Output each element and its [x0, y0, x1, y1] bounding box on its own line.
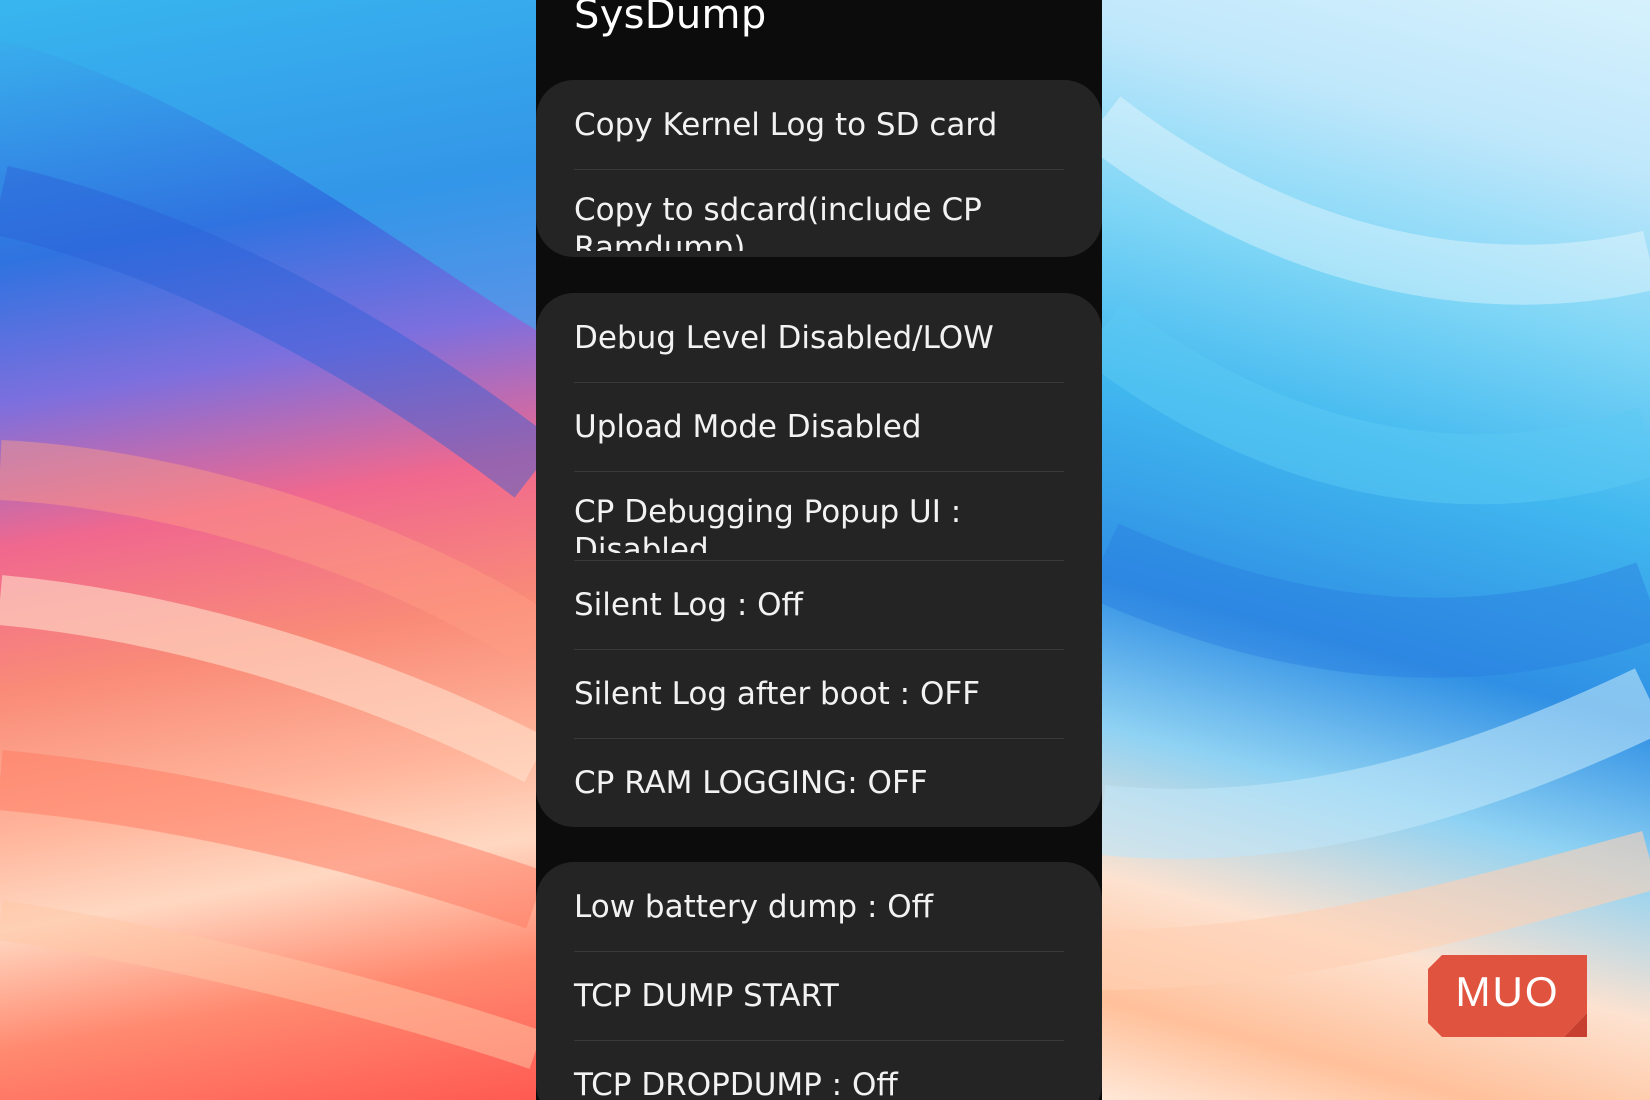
low-battery-dump-item[interactable]: Low battery dump : Off [536, 862, 1102, 951]
list-item-label: Silent Log : Off [574, 586, 803, 623]
list-item-label: Copy Kernel Log to SD card [574, 106, 998, 143]
tcp-dropdump-item[interactable]: TCP DROPDUMP : Off [536, 1040, 1102, 1100]
settings-group-debug: Debug Level Disabled/LOW Upload Mode Dis… [536, 293, 1102, 827]
settings-group-copy: Copy Kernel Log to SD card Copy to sdcar… [536, 80, 1102, 257]
wallpaper-waves-left [0, 0, 536, 1069]
list-item-label: Silent Log after boot : OFF [574, 675, 981, 712]
muo-logo: MUO [1428, 955, 1587, 1037]
silent-log-item[interactable]: Silent Log : Off [536, 560, 1102, 649]
page-title: SysDump [574, 0, 767, 38]
wallpaper-right [1102, 0, 1650, 1100]
list-item-label: TCP DROPDUMP : Off [574, 1066, 898, 1100]
tcp-dump-start-item[interactable]: TCP DUMP START [536, 951, 1102, 1040]
list-item-label: TCP DUMP START [574, 977, 839, 1014]
cp-debugging-popup-item[interactable]: CP Debugging Popup UI : Disabled [536, 471, 1102, 560]
list-item-label: Low battery dump : Off [574, 888, 934, 925]
list-item-label: CP RAM LOGGING: OFF [574, 764, 928, 801]
list-item-label: Debug Level Disabled/LOW [574, 319, 994, 356]
upload-mode-item[interactable]: Upload Mode Disabled [536, 382, 1102, 471]
list-item-label: Copy to sdcard(include CP Ramdump) [574, 192, 982, 251]
wallpaper-waves-right [1102, 96, 1650, 990]
muo-logo-text: MUO [1455, 968, 1560, 1015]
silent-log-after-boot-item[interactable]: Silent Log after boot : OFF [536, 649, 1102, 738]
debug-level-item[interactable]: Debug Level Disabled/LOW [536, 293, 1102, 382]
list-item-label: Upload Mode Disabled [574, 408, 922, 445]
copy-to-sdcard-item[interactable]: Copy to sdcard(include CP Ramdump) [536, 169, 1102, 257]
settings-group-dump: Low battery dump : Off TCP DUMP START TC… [536, 862, 1102, 1100]
wallpaper-left [0, 0, 536, 1100]
cp-ram-logging-item[interactable]: CP RAM LOGGING: OFF [536, 738, 1102, 827]
list-item-label: CP Debugging Popup UI : Disabled [574, 494, 962, 553]
phone-screen: SysDump Copy Kernel Log to SD card Copy … [536, 0, 1102, 1100]
copy-kernel-log-item[interactable]: Copy Kernel Log to SD card [536, 80, 1102, 169]
